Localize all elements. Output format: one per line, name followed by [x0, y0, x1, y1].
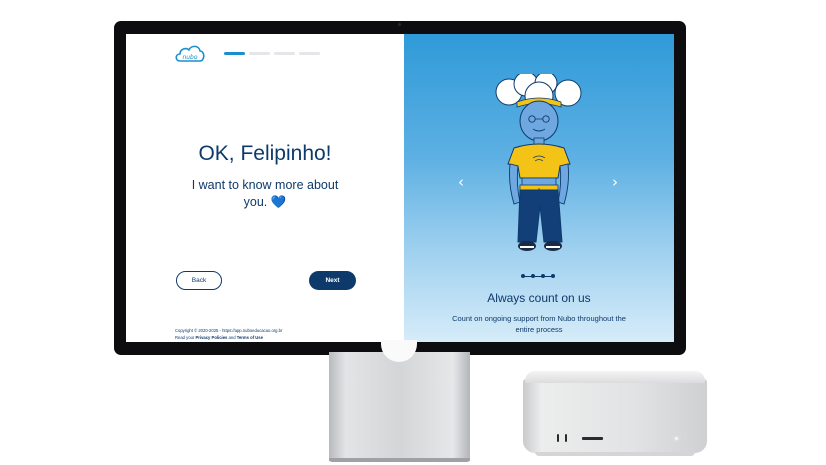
footer: Copyright © 2020-2025 - https://app.nubo… — [175, 327, 375, 341]
subtitle: I want to know more about you. 💙 — [180, 177, 350, 211]
carousel-dot[interactable] — [521, 274, 525, 278]
next-button[interactable]: Next — [309, 271, 356, 290]
usb-port-icon — [557, 434, 559, 442]
carousel-panel: ‹ › Always count on us Count on ongoing … — [404, 34, 674, 342]
monitor: nubo OK, Felipinho! I want to know more … — [114, 21, 686, 355]
screen: nubo OK, Felipinho! I want to know more … — [126, 34, 674, 342]
carousel-dot[interactable] — [541, 274, 545, 278]
progress-step — [274, 52, 295, 55]
progress-step — [299, 52, 320, 55]
slide-title: Always count on us — [487, 291, 591, 305]
subtitle-text: I want to know more about you. — [191, 178, 339, 209]
nubo-logo: nubo — [175, 45, 205, 62]
svg-text:nubo: nubo — [182, 54, 197, 61]
chevron-left-icon[interactable]: ‹ — [458, 175, 468, 190]
sd-slot-icon — [582, 437, 603, 440]
carousel-indicator — [521, 273, 557, 279]
terms-link[interactable]: Terms of Use — [237, 335, 263, 340]
usb-port-icon — [565, 434, 567, 442]
chevron-right-icon[interactable]: › — [612, 175, 622, 190]
greeting-title: OK, Felipinho! — [198, 142, 332, 165]
back-button[interactable]: Back — [176, 271, 222, 290]
privacy-link[interactable]: Privacy Policies — [195, 335, 227, 340]
power-led-icon — [675, 437, 678, 440]
blue-heart-icon: 💙 — [270, 195, 287, 209]
carousel-dot[interactable] — [531, 274, 535, 278]
character-illustration — [495, 74, 582, 251]
slide-description: Count on ongoing support from Nubo throu… — [452, 314, 626, 334]
stand-foot — [329, 458, 470, 462]
progress-step — [224, 52, 245, 55]
progress-step — [249, 52, 270, 55]
carousel-dot[interactable] — [551, 274, 555, 278]
legal-line: Read your Privacy Policies and Terms of … — [175, 335, 263, 340]
camera-icon — [398, 23, 401, 26]
step-progress — [224, 52, 320, 55]
computer — [523, 371, 707, 456]
onboarding-panel: nubo OK, Felipinho! I want to know more … — [126, 34, 404, 342]
copyright-text: Copyright © 2020-2025 - https://app.nubo… — [175, 328, 283, 333]
monitor-stand — [329, 340, 470, 461]
